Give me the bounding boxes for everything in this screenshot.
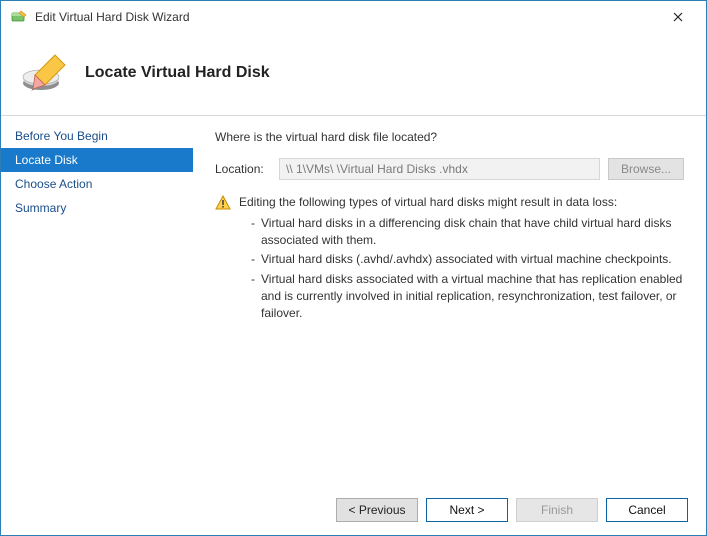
wizard-steps-sidebar: Before You Begin Locate Disk Choose Acti… — [1, 116, 193, 488]
wizard-footer: < Previous Next > Finish Cancel — [1, 488, 706, 532]
app-icon — [11, 9, 27, 25]
sidebar-item-locate-disk[interactable]: Locate Disk — [1, 148, 193, 172]
sidebar-item-label: Summary — [15, 201, 66, 215]
finish-button-label: Finish — [541, 503, 573, 517]
sidebar-item-label: Choose Action — [15, 177, 92, 191]
warning-block: Editing the following types of virtual h… — [215, 194, 684, 325]
previous-button[interactable]: < Previous — [336, 498, 418, 522]
location-value: \\ 1\VMs\ \Virtual Hard Disks .vhdx — [286, 162, 468, 176]
close-icon — [673, 9, 683, 26]
warning-bullet: Virtual hard disks (.avhd/.avhdx) associ… — [251, 251, 684, 268]
wizard-header-icon — [21, 49, 69, 97]
sidebar-item-label: Before You Begin — [15, 129, 108, 143]
next-button[interactable]: Next > — [426, 498, 508, 522]
location-label: Location: — [215, 162, 271, 176]
next-button-label: Next > — [449, 503, 484, 517]
wizard-step-title: Locate Virtual Hard Disk — [85, 64, 270, 82]
titlebar: Edit Virtual Hard Disk Wizard — [1, 1, 706, 33]
warning-body: Editing the following types of virtual h… — [239, 194, 684, 325]
wizard-body: Before You Begin Locate Disk Choose Acti… — [1, 116, 706, 488]
cancel-button[interactable]: Cancel — [606, 498, 688, 522]
close-button[interactable] — [658, 3, 698, 31]
window-title: Edit Virtual Hard Disk Wizard — [35, 10, 658, 24]
prompt-text: Where is the virtual hard disk file loca… — [215, 130, 684, 144]
warning-bullet: Virtual hard disks in a differencing dis… — [251, 215, 684, 249]
location-row: Location: \\ 1\VMs\ \Virtual Hard Disks … — [215, 158, 684, 180]
finish-button: Finish — [516, 498, 598, 522]
warning-bullets: Virtual hard disks in a differencing dis… — [239, 215, 684, 322]
sidebar-item-label: Locate Disk — [15, 153, 78, 167]
cancel-button-label: Cancel — [628, 503, 665, 517]
sidebar-item-before-you-begin[interactable]: Before You Begin — [1, 124, 193, 148]
warning-bullet: Virtual hard disks associated with a vir… — [251, 271, 684, 321]
warning-heading: Editing the following types of virtual h… — [239, 194, 684, 211]
sidebar-item-summary[interactable]: Summary — [1, 196, 193, 220]
wizard-header: Locate Virtual Hard Disk — [1, 33, 706, 116]
wizard-content: Where is the virtual hard disk file loca… — [193, 116, 706, 488]
sidebar-item-choose-action[interactable]: Choose Action — [1, 172, 193, 196]
location-input[interactable]: \\ 1\VMs\ \Virtual Hard Disks .vhdx — [279, 158, 600, 180]
previous-button-label: < Previous — [348, 503, 405, 517]
warning-icon — [215, 195, 231, 211]
browse-button[interactable]: Browse... — [608, 158, 684, 180]
browse-button-label: Browse... — [621, 162, 671, 176]
